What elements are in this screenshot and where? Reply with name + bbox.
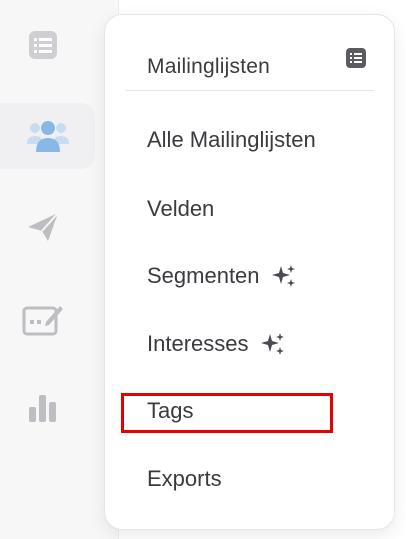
menu-item-segments[interactable]: Segmenten — [147, 263, 296, 289]
menu-item-label: Exports — [147, 466, 222, 491]
menu-title: Mailinglijsten — [147, 55, 271, 78]
sidebar-item-reports[interactable] — [8, 377, 78, 439]
list-icon — [346, 48, 366, 68]
users-icon — [26, 121, 69, 152]
mailinglists-menu: Mailinglijsten Alle Mailinglijsten Velde… — [104, 14, 395, 530]
menu-item-label: Segmenten — [147, 263, 260, 288]
list-icon — [29, 31, 57, 59]
menu-item-exports[interactable]: Exports — [147, 466, 222, 492]
menu-item-label: Velden — [147, 196, 215, 221]
menu-item-label: Alle Mailinglijsten — [147, 127, 316, 152]
menu-item-label: Interesses — [147, 331, 249, 356]
sidebar-item-forms[interactable] — [8, 288, 78, 350]
edit-form-icon — [22, 306, 63, 336]
send-icon — [28, 212, 59, 241]
sparkle-icon — [271, 265, 295, 287]
sidebar-item-campaigns[interactable] — [8, 196, 78, 258]
menu-item-interests[interactable]: Interesses — [147, 331, 285, 357]
menu-item-fields[interactable]: Velden — [147, 196, 214, 222]
bar-chart-icon — [29, 395, 56, 422]
sidebar-item-lists[interactable] — [8, 14, 78, 76]
menu-item-all-lists[interactable]: Alle Mailinglijsten — [147, 127, 316, 153]
menu-divider — [125, 90, 374, 91]
sidebar — [0, 0, 119, 539]
sidebar-item-audience[interactable] — [0, 103, 95, 169]
highlight-box — [121, 393, 333, 433]
sparkle-icon — [260, 333, 284, 355]
